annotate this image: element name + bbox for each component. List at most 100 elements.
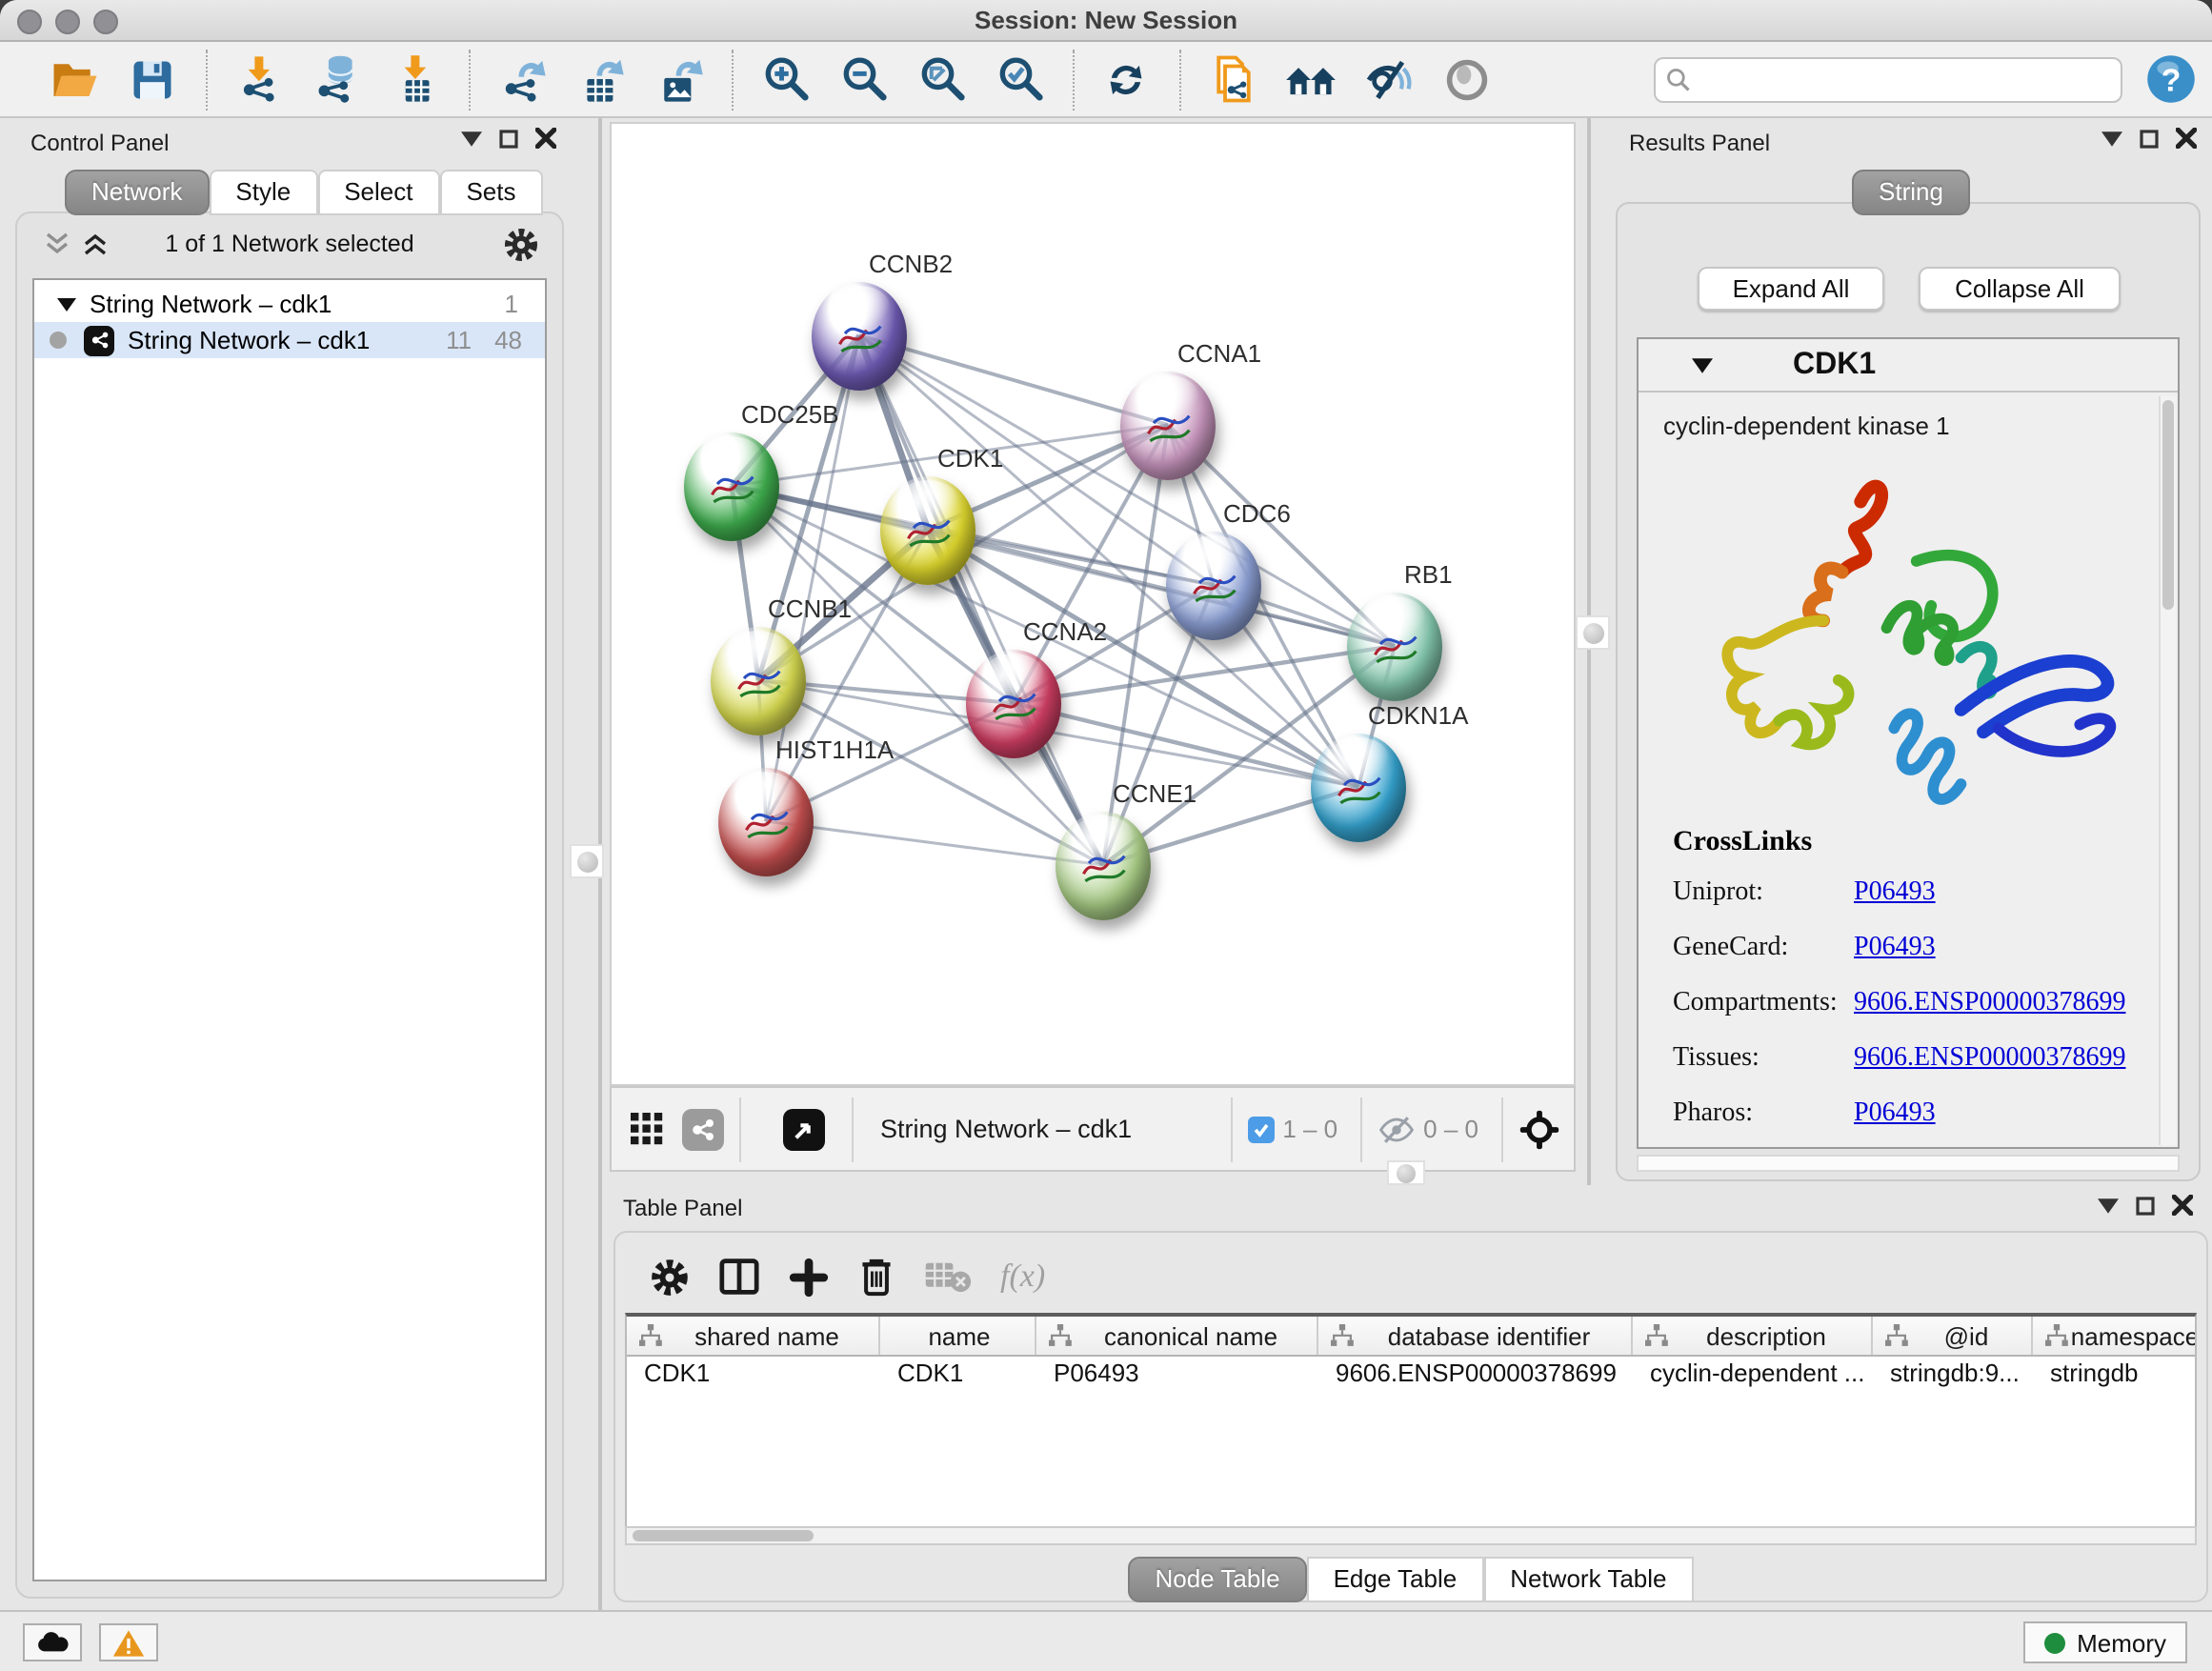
memory-button[interactable]: Memory: [2023, 1621, 2187, 1663]
panel-menu-icon[interactable]: [2101, 131, 2122, 146]
search-input[interactable]: [1654, 56, 2122, 102]
cell-shared-name[interactable]: CDK1: [627, 1357, 880, 1393]
float-panel-icon[interactable]: [2140, 129, 2159, 148]
table-panel: Table Panel f(x) shared name: [610, 1185, 2212, 1610]
cell-namespace[interactable]: stringdb: [2033, 1357, 2197, 1393]
network-edge[interactable]: [859, 335, 1103, 865]
protein-header-row[interactable]: CDK1: [1639, 339, 2178, 393]
clone-network-icon[interactable]: [1204, 50, 1261, 108]
import-table-from-file-icon[interactable]: [387, 50, 444, 108]
column-header-id[interactable]: @id: [1873, 1317, 2033, 1355]
create-column-icon[interactable]: [789, 1257, 829, 1297]
zoom-out-icon[interactable]: [835, 50, 892, 108]
cell-id[interactable]: stringdb:9...: [1873, 1357, 2033, 1393]
network-node-ccnb1[interactable]: [711, 626, 806, 735]
hide-glasses-icon[interactable]: [1360, 50, 1418, 108]
cell-database-identifier[interactable]: 9606.ENSP00000378699: [1318, 1357, 1633, 1393]
column-header-canonical-name[interactable]: canonical name: [1036, 1317, 1318, 1355]
compartments-link[interactable]: 9606.ENSP00000378699: [1854, 989, 2125, 1019]
zoom-selected-icon[interactable]: [991, 50, 1048, 108]
open-session-icon[interactable]: [46, 50, 103, 108]
panel-menu-icon[interactable]: [2098, 1198, 2119, 1213]
left-splitter-handle[interactable]: [570, 844, 604, 878]
results-scrollbar[interactable]: [2159, 396, 2176, 1145]
uniprot-link[interactable]: P06493: [1854, 878, 1936, 909]
network-node-cdc6[interactable]: [1166, 531, 1261, 639]
tissues-link[interactable]: 9606.ENSP00000378699: [1854, 1044, 2125, 1075]
tab-style[interactable]: Style: [209, 170, 317, 215]
export-table-icon[interactable]: [572, 50, 629, 108]
collapse-all-button[interactable]: Collapse All: [1919, 267, 2121, 311]
network-node-ccna2[interactable]: [966, 649, 1061, 757]
expand-all-button[interactable]: Expand All: [1698, 267, 1884, 311]
cell-canonical-name[interactable]: P06493: [1036, 1357, 1318, 1393]
birds-eye-view-icon[interactable]: [783, 1108, 825, 1150]
zoom-fit-icon[interactable]: [913, 50, 970, 108]
close-panel-icon[interactable]: [2176, 128, 2197, 149]
collection-disclosure-icon[interactable]: [57, 296, 76, 312]
column-header-database-identifier[interactable]: database identifier: [1318, 1317, 1633, 1355]
table-row[interactable]: CDK1 CDK1 P06493 9606.ENSP00000378699 cy…: [627, 1357, 2195, 1393]
network-overview-homes-icon[interactable]: [1282, 50, 1339, 108]
column-header-description[interactable]: description: [1633, 1317, 1873, 1355]
panel-menu-icon[interactable]: [461, 131, 482, 146]
crosslink-row: Uniprot: P06493: [1673, 878, 2147, 909]
show-sphere-icon[interactable]: [1438, 50, 1496, 108]
tab-network[interactable]: Network: [65, 170, 209, 215]
warning-status-button[interactable]: [99, 1623, 158, 1661]
column-header-name[interactable]: name: [880, 1317, 1036, 1355]
import-network-from-file-icon[interactable]: [231, 50, 288, 108]
collapse-protein-icon[interactable]: [1692, 357, 1713, 372]
selected-checkbox[interactable]: [1248, 1116, 1275, 1142]
cell-name[interactable]: CDK1: [880, 1357, 1036, 1393]
network-node-ccne1[interactable]: [1056, 811, 1151, 919]
column-header-shared-name[interactable]: shared name: [627, 1317, 880, 1355]
string-view-icon[interactable]: [682, 1108, 724, 1150]
scrollbar-thumb[interactable]: [633, 1530, 814, 1541]
network-node-cdc25b[interactable]: [684, 432, 779, 540]
network-node-cdk1[interactable]: [880, 475, 975, 584]
network-edge[interactable]: [766, 821, 1103, 865]
grid-view-icon[interactable]: [625, 1108, 667, 1150]
help-icon[interactable]: ?: [2145, 53, 2197, 105]
network-collection-row[interactable]: String Network – cdk1 1: [34, 286, 545, 322]
close-panel-icon[interactable]: [535, 128, 556, 149]
right-splitter[interactable]: [1587, 118, 1591, 1185]
genecard-link[interactable]: P06493: [1854, 934, 1936, 964]
network-node-cdkn1a[interactable]: [1311, 733, 1406, 841]
network-canvas[interactable]: CCNB2CCNA1CDC25BCDK1CDC6RB1CCNB1CCNA2CDK…: [610, 122, 1576, 1086]
pharos-link[interactable]: P06493: [1854, 1099, 1936, 1130]
close-panel-icon[interactable]: [2172, 1195, 2193, 1216]
zoom-in-icon[interactable]: [756, 50, 814, 108]
show-columns-icon[interactable]: [718, 1258, 760, 1296]
delete-column-icon[interactable]: [857, 1256, 895, 1298]
network-options-gear-icon[interactable]: [503, 227, 539, 263]
network-node-ccna1[interactable]: [1120, 371, 1216, 479]
float-panel-icon[interactable]: [499, 129, 518, 148]
right-splitter-handle[interactable]: [1576, 615, 1610, 650]
results-horizontal-scrollbar[interactable]: [1637, 1155, 2180, 1172]
table-horizontal-scrollbar[interactable]: [625, 1526, 2197, 1545]
cell-description[interactable]: cyclin-dependent ...: [1633, 1357, 1873, 1393]
network-row-selected[interactable]: String Network – cdk1 11 48: [34, 322, 545, 358]
cloud-status-button[interactable]: [23, 1623, 82, 1661]
column-header-namespace[interactable]: namespace: [2033, 1317, 2197, 1355]
table-options-gear-icon[interactable]: [650, 1257, 690, 1297]
tab-node-table[interactable]: Node Table: [1128, 1557, 1306, 1602]
float-panel-icon[interactable]: [2136, 1196, 2155, 1215]
save-session-icon[interactable]: [124, 50, 181, 108]
network-node-hist1h1a[interactable]: [718, 767, 814, 876]
tab-edge-table[interactable]: Edge Table: [1307, 1557, 1484, 1602]
bottom-splitter-handle[interactable]: [1387, 1160, 1425, 1185]
network-node-ccnb2[interactable]: [812, 281, 907, 390]
tab-select[interactable]: Select: [317, 170, 439, 215]
refresh-view-icon[interactable]: [1097, 50, 1155, 108]
tab-network-table[interactable]: Network Table: [1483, 1557, 1693, 1602]
export-network-icon[interactable]: [493, 50, 551, 108]
export-image-icon[interactable]: [650, 50, 707, 108]
tab-sets[interactable]: Sets: [439, 170, 542, 215]
network-node-rb1[interactable]: [1347, 592, 1442, 700]
pan-crosshair-icon[interactable]: [1518, 1108, 1560, 1150]
import-network-from-database-icon[interactable]: [309, 50, 366, 108]
tab-string-results[interactable]: String: [1852, 170, 1970, 215]
